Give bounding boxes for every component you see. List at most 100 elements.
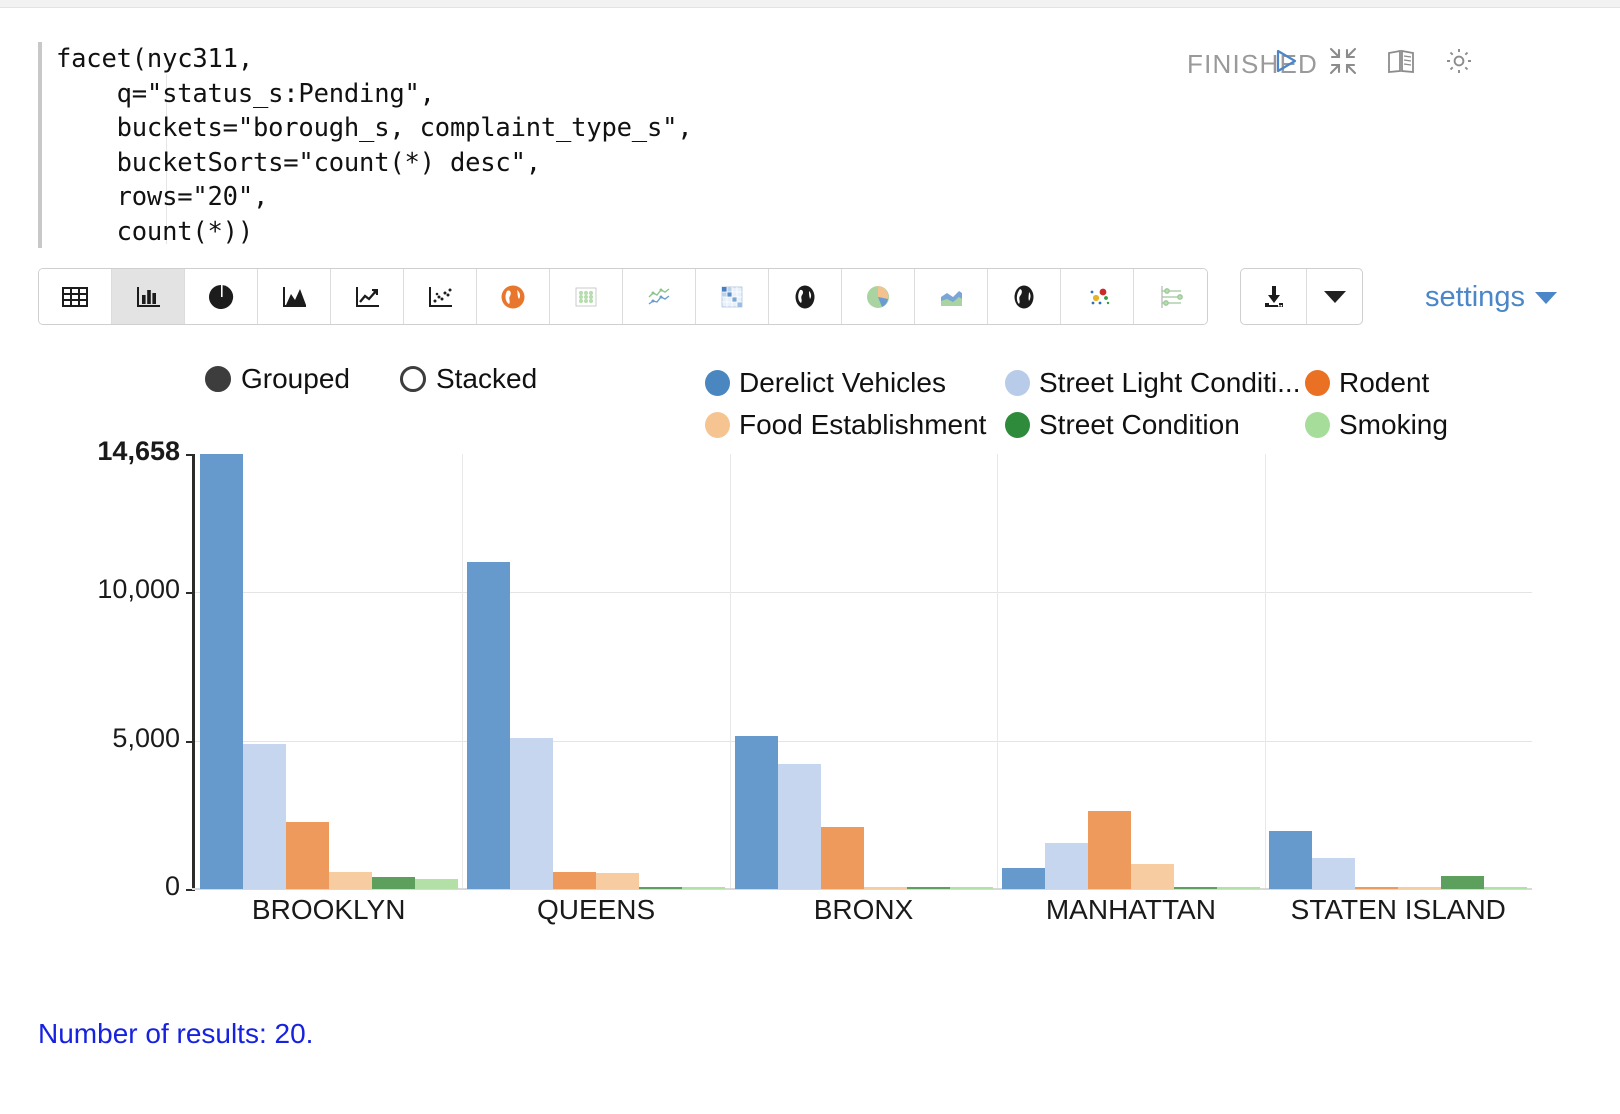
bar[interactable] — [1088, 811, 1131, 889]
bar[interactable] — [682, 887, 725, 889]
bar[interactable] — [286, 822, 329, 889]
viz-btn-line-chart-icon[interactable] — [331, 269, 404, 324]
x-axis-label: MANHATTAN — [997, 894, 1264, 926]
x-axis-label: QUEENS — [462, 894, 729, 926]
x-axis-label: STATEN ISLAND — [1265, 894, 1532, 926]
window-topbar — [0, 0, 1620, 8]
bar[interactable] — [415, 879, 458, 889]
legend-label: Derelict Vehicles — [739, 367, 946, 399]
code-editor[interactable]: facet(nyc311, q="status_s:Pending", buck… — [56, 42, 1206, 249]
chart-mode-stacked[interactable]: Stacked — [400, 363, 537, 395]
bar[interactable] — [243, 744, 286, 889]
download-dropdown-caret-icon[interactable] — [1307, 269, 1362, 324]
bar[interactable] — [1441, 876, 1484, 889]
bar[interactable] — [1217, 887, 1260, 889]
viz-btn-pie-chart-icon[interactable] — [185, 269, 258, 324]
viz-btn-scatter-chart-icon[interactable] — [404, 269, 477, 324]
x-axis-label: BROOKLYN — [195, 894, 462, 926]
viz-btn-orange-globe-icon[interactable] — [477, 269, 550, 324]
radio-grouped-icon — [205, 366, 231, 392]
bar[interactable] — [467, 562, 510, 889]
bar[interactable] — [1312, 858, 1355, 889]
legend-item-street-light-condition[interactable]: Street Light Conditi... — [1005, 362, 1305, 404]
run-icon[interactable] — [1268, 44, 1302, 78]
bars-layer — [195, 454, 1532, 889]
bar[interactable] — [864, 887, 907, 889]
viz-btn-area-chart-icon[interactable] — [258, 269, 331, 324]
viz-btn-dotted-grid-icon[interactable] — [550, 269, 623, 324]
viz-btn-parallel-lines-icon[interactable] — [1134, 269, 1207, 324]
bar[interactable] — [510, 738, 553, 889]
viz-btn-multi-line-icon[interactable] — [623, 269, 696, 324]
bar[interactable] — [1355, 887, 1398, 889]
y-tick-label: 10,000 — [40, 574, 180, 605]
chart-mode-stacked-label: Stacked — [436, 363, 537, 395]
viz-btn-bar-chart-icon[interactable] — [112, 269, 185, 324]
y-tick-label: 5,000 — [40, 723, 180, 754]
viz-btn-black-globe-icon[interactable] — [769, 269, 842, 324]
legend-label: Smoking — [1339, 409, 1448, 441]
code-cell: facet(nyc311, q="status_s:Pending", buck… — [38, 42, 1538, 248]
chevron-down-icon — [1535, 292, 1557, 304]
chart-mode-grouped-label: Grouped — [241, 363, 350, 395]
legend-label: Street Light Conditi... — [1039, 367, 1300, 399]
viz-btn-heatmap-icon[interactable] — [696, 269, 769, 324]
bar[interactable] — [1269, 831, 1312, 889]
cell-action-bar — [1268, 44, 1476, 78]
settings-label: settings — [1425, 281, 1525, 314]
bar-chart: 14,65810,0005,0000 — [40, 440, 1500, 890]
gear-icon[interactable] — [1442, 44, 1476, 78]
notebook-output-page: facet(nyc311, q="status_s:Pending", buck… — [0, 0, 1620, 1114]
bar[interactable] — [1398, 887, 1441, 889]
viz-btn-black-globe-2-icon[interactable] — [988, 269, 1061, 324]
bar[interactable] — [907, 887, 950, 889]
bar[interactable] — [821, 827, 864, 889]
bar[interactable] — [596, 873, 639, 889]
chart-mode-grouped[interactable]: Grouped — [205, 363, 350, 395]
legend-swatch-icon — [705, 370, 730, 396]
legend-item-derelict-vehicles[interactable]: Derelict Vehicles — [705, 362, 1005, 404]
legend-swatch-icon — [1305, 370, 1330, 396]
bar[interactable] — [372, 877, 415, 889]
bar[interactable] — [1131, 864, 1174, 889]
viz-btn-color-pie-icon[interactable] — [842, 269, 915, 324]
bar[interactable] — [735, 736, 778, 889]
result-count-text: Number of results: 20. — [38, 1018, 313, 1050]
y-tick-label: 14,658 — [40, 436, 180, 467]
viz-btn-color-area-icon[interactable] — [915, 269, 988, 324]
legend-swatch-icon — [1005, 370, 1030, 396]
legend-label: Street Condition — [1039, 409, 1240, 441]
bar[interactable] — [329, 872, 372, 889]
vertical-gridline — [730, 454, 731, 888]
legend-swatch-icon — [1305, 412, 1330, 438]
bar[interactable] — [950, 887, 993, 889]
download-button-group — [1240, 268, 1363, 325]
bar[interactable] — [1045, 843, 1088, 889]
bar[interactable] — [200, 454, 243, 889]
bar[interactable] — [778, 764, 821, 889]
bar[interactable] — [553, 872, 596, 890]
legend-label: Food Establishment — [739, 409, 986, 441]
viz-btn-table-icon[interactable] — [39, 269, 112, 324]
legend-swatch-icon — [1005, 412, 1030, 438]
bar[interactable] — [1484, 887, 1527, 889]
bar[interactable] — [639, 887, 682, 889]
vertical-gridline — [1265, 454, 1266, 888]
vertical-gridline — [997, 454, 998, 888]
cell-gutter — [38, 42, 42, 248]
vertical-gridline — [462, 454, 463, 888]
bar[interactable] — [1002, 868, 1045, 889]
collapse-icon[interactable] — [1326, 44, 1360, 78]
bar[interactable] — [1174, 887, 1217, 889]
visualization-type-toolbar — [38, 268, 1208, 325]
legend-item-rodent[interactable]: Rodent — [1305, 362, 1505, 404]
download-icon[interactable] — [1241, 269, 1307, 324]
x-axis-label: BRONX — [730, 894, 997, 926]
book-icon[interactable] — [1384, 44, 1418, 78]
radio-stacked-icon — [400, 366, 426, 392]
viz-btn-bubble-icon[interactable] — [1061, 269, 1134, 324]
legend-swatch-icon — [705, 412, 730, 438]
settings-button[interactable]: settings — [1425, 281, 1557, 314]
chart-legend: Derelict Vehicles Street Light Conditi..… — [705, 362, 1505, 446]
legend-label: Rodent — [1339, 367, 1429, 399]
